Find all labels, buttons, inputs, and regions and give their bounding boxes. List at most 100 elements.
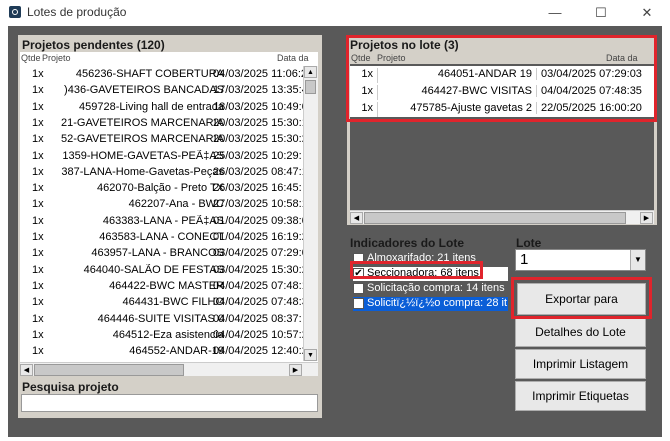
- row-project: 464512-Eza asistencia: [112, 328, 224, 341]
- table-row[interactable]: 1x 459728-Living hall de entrada 18/03/202…: [20, 99, 303, 116]
- row-date: 22/05/2025 16:00:20: [536, 102, 654, 114]
- table-row[interactable]: 1x 1359-HOME-GAVETAS-PEÃ‡AS 25/03/2025 10:…: [20, 148, 303, 165]
- row-qty: 1x: [32, 214, 44, 227]
- row-qty: 1x: [32, 149, 44, 162]
- row-project: 464431-BWC FILHO: [122, 296, 224, 309]
- maximize-button[interactable]: ☐: [578, 0, 624, 25]
- row-project: 463383-LANA - PEÃ‡AS: [102, 214, 224, 227]
- table-row[interactable]: 1x 387-LANA-Home-Gavetas-Peças 26/03/2025 …: [20, 164, 303, 181]
- row-qty: 1x: [32, 182, 44, 195]
- scroll-right-arrow-icon[interactable]: ▶: [640, 212, 653, 224]
- lot-column-header-project[interactable]: Projeto: [377, 53, 406, 63]
- scroll-thumb[interactable]: [305, 80, 316, 94]
- export-optimizer-button[interactable]: Exportar para otimizador: [517, 283, 646, 336]
- scroll-thumb-horizontal[interactable]: [364, 212, 626, 224]
- row-qty: 1x: [32, 279, 44, 292]
- table-row[interactable]: 1x 464446-SUITE VISITAS 0 04/04/2025 08:37…: [20, 311, 303, 328]
- row-qty: 1x: [32, 231, 44, 243]
- table-row[interactable]: 1x 464051-ANDAR 19 03/04/2025 07:29:03: [350, 66, 654, 83]
- scroll-up-arrow-icon[interactable]: ▲: [304, 66, 317, 78]
- lot-indicators-list[interactable]: Almoxarifado: 21 itens ✔ Seccionadora: 68 …: [350, 249, 508, 413]
- row-date: 17/03/2025 13:35:4: [213, 84, 303, 97]
- chevron-down-icon[interactable]: ▼: [630, 250, 645, 270]
- row-date: 04/04/2025 10:57:2: [213, 328, 303, 341]
- title-bar: Lotes de produção — ☐ ✕: [0, 0, 670, 25]
- row-project: 464552-ANDAR-19: [129, 345, 224, 358]
- row-date: 20/03/2025 15:30:1: [213, 116, 303, 129]
- row-qty: 1x: [350, 68, 378, 83]
- checkbox-icon[interactable]: [353, 298, 364, 309]
- row-date: 18/03/2025 10:49:0: [213, 100, 303, 113]
- checkbox-icon[interactable]: [353, 283, 364, 294]
- row-qty: 1x: [32, 133, 44, 146]
- table-row[interactable]: 1x 463583-LANA - CONECT 01/04/2025 16:19:2: [20, 229, 303, 246]
- table-row[interactable]: 1x 475785-Ajuste gavetas 2 22/05/2025 16:0…: [350, 100, 654, 117]
- pending-horizontal-scrollbar[interactable]: ◀ ▶: [20, 362, 318, 376]
- minimize-button[interactable]: —: [532, 0, 578, 25]
- lot-column-header-date[interactable]: Data da: [606, 53, 638, 63]
- column-header-date[interactable]: Data da: [277, 53, 309, 63]
- row-qty: 1x: [32, 100, 44, 113]
- indicator-item[interactable]: Solicitação compra: 14 itens: [353, 282, 508, 296]
- checkbox-icon[interactable]: ✔: [353, 268, 364, 279]
- scroll-thumb-horizontal[interactable]: [34, 364, 184, 376]
- indicator-item[interactable]: Almoxarifado: 21 itens: [353, 252, 508, 266]
- table-row[interactable]: 1x 464552-ANDAR-19 04/04/2025 12:40:2: [20, 343, 303, 360]
- pending-projects-list[interactable]: Qtde Projeto Data da 1x 456236-SHAFT COBE…: [20, 52, 318, 376]
- lot-projects-list[interactable]: Qtde Projeto Data da 1x 464051-ANDAR 19 03…: [350, 52, 654, 224]
- table-row[interactable]: 1x)436-GAVETEIROS BANCADAS 17/03/2025 13:…: [20, 82, 303, 99]
- table-row[interactable]: 1x 464422-BWC MASTER 04/04/2025 07:48:1: [20, 278, 303, 295]
- window-title: Lotes de produção: [27, 5, 127, 19]
- column-header-qty[interactable]: Qtde: [21, 53, 41, 63]
- row-project: 463583-LANA - CONECT: [99, 231, 224, 243]
- table-row[interactable]: 1x 462070-Balção - Preto TX 26/03/2025 16:…: [20, 180, 303, 197]
- pending-vertical-scrollbar[interactable]: ▲ ▼: [303, 66, 318, 361]
- table-row[interactable]: 1x 464512-Eza asistencia 04/04/2025 10:57:…: [20, 327, 303, 344]
- table-row[interactable]: 1x 463957-LANA - BRANCOS 03/04/2025 07:29:…: [20, 245, 303, 262]
- row-qty: 1x: [32, 263, 44, 276]
- row-date: 03/04/2025 07:29:0: [213, 247, 303, 260]
- table-row[interactable]: 1x 21-GAVETEIROS MARCENARIA 20/03/2025 15:…: [20, 115, 303, 132]
- table-row[interactable]: 1x 464427-BWC VISITAS 04/04/2025 07:48:35: [350, 83, 654, 100]
- row-date: 03/04/2025 07:29:03: [536, 68, 654, 80]
- close-button[interactable]: ✕: [624, 0, 670, 25]
- table-row[interactable]: 1x 464431-BWC FILHO 04/04/2025 07:48:3: [20, 294, 303, 311]
- scroll-left-arrow-icon[interactable]: ◀: [20, 364, 33, 376]
- row-project: 464422-BWC MASTER: [109, 279, 224, 292]
- row-qty: 1x: [32, 296, 44, 309]
- search-project-input[interactable]: [21, 394, 318, 412]
- row-project: 464040-SALÃO DE FESTAS: [83, 263, 224, 276]
- lot-details-button[interactable]: Detalhes do Lote: [515, 317, 646, 347]
- print-labels-button[interactable]: Imprimir Etiquetas: [515, 381, 646, 411]
- indicator-item[interactable]: Solicitï¿½ï¿½o compra: 28 it: [353, 297, 508, 311]
- print-list-button[interactable]: Imprimir Listagem: [515, 349, 646, 379]
- scroll-right-arrow-icon[interactable]: ▶: [289, 364, 302, 376]
- column-header-project[interactable]: Projeto: [42, 53, 71, 63]
- lot-column-header-qty[interactable]: Qtde: [351, 53, 371, 63]
- lot-horizontal-scrollbar[interactable]: ◀ ▶: [350, 210, 654, 224]
- lot-projects-label: Projetos no lote (3): [350, 38, 459, 52]
- row-date: 04/03/2025 11:06:2: [213, 68, 303, 80]
- lot-label: Lote: [516, 236, 542, 250]
- row-project: )436-GAVETEIROS BANCADAS: [64, 84, 224, 97]
- table-row[interactable]: 1x 456236-SHAFT COBERTURA 04/03/2025 11:06…: [20, 66, 303, 83]
- scroll-down-arrow-icon[interactable]: ▼: [304, 349, 317, 361]
- scroll-left-arrow-icon[interactable]: ◀: [350, 212, 363, 224]
- table-row[interactable]: 1x 464040-SALÃO DE FESTAS 03/04/2025 15:30…: [20, 262, 303, 279]
- table-row[interactable]: 1x 52-GAVETEIROS MARCENARIA 20/03/2025 15:…: [20, 131, 303, 148]
- row-date: 26/03/2025 16:45:: [213, 182, 302, 195]
- lot-select[interactable]: 1 ▼: [515, 249, 646, 271]
- row-date: 04/04/2025 07:48:35: [536, 85, 654, 97]
- pending-projects-label: Projetos pendentes (120): [22, 38, 165, 52]
- table-row[interactable]: 1x 462207-Ana - BWC 27/03/2025 10:58:1: [20, 196, 303, 213]
- row-date: 26/03/2025 08:47:1: [213, 165, 303, 178]
- row-qty: 1x: [32, 116, 44, 129]
- row-qty: 1x: [32, 198, 44, 211]
- row-date: 03/04/2025 15:30:2: [213, 263, 303, 276]
- row-qty: 1x: [32, 312, 44, 325]
- table-row[interactable]: 1x 463383-LANA - PEÃ‡AS 01/04/2025 09:38:0: [20, 213, 303, 230]
- checkbox-icon[interactable]: [353, 253, 364, 264]
- row-project: 459728-Living hall de entrada: [79, 100, 224, 113]
- row-qty: 1x: [32, 247, 44, 260]
- indicator-item[interactable]: ✔ Seccionadora: 68 itens: [353, 267, 508, 281]
